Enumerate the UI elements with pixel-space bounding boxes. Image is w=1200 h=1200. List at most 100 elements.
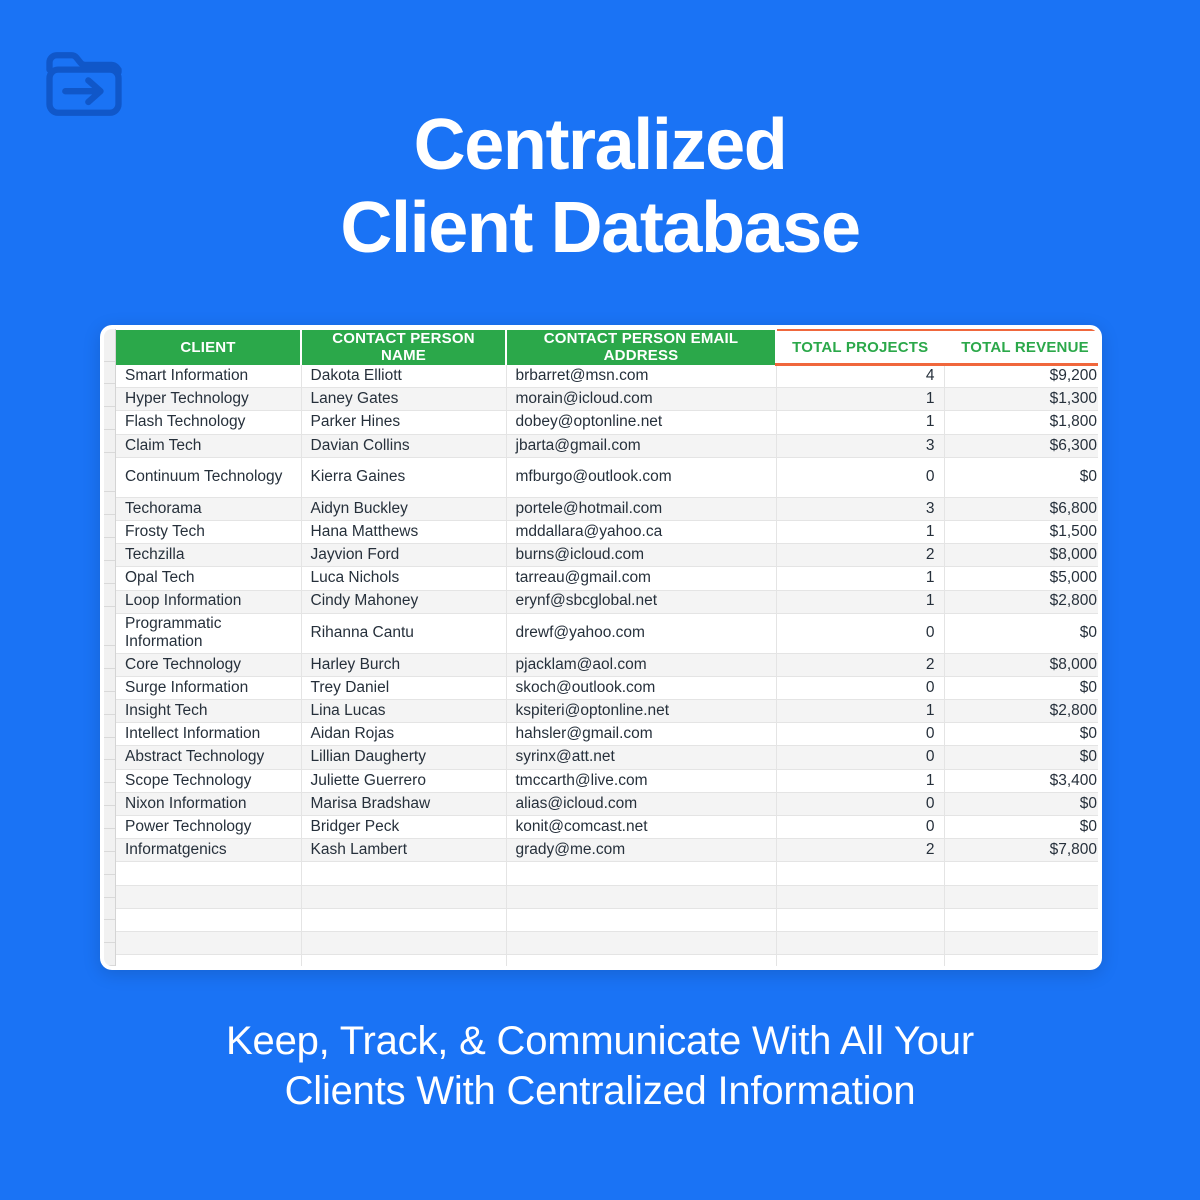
cell-total-revenue[interactable] (944, 885, 1098, 909)
row-number-cell[interactable] (104, 691, 115, 715)
row-number-cell[interactable] (104, 828, 115, 852)
table-row[interactable]: Techorama Aidyn Buckley portele@hotmail.co… (116, 497, 1098, 521)
cell-total-projects[interactable]: 1 (776, 410, 945, 435)
cell-client[interactable] (116, 885, 302, 909)
row-number-cell[interactable] (104, 361, 115, 385)
cell-contact-person-email[interactable]: skoch@outlook.com (506, 676, 777, 701)
cell-contact-person-name[interactable] (301, 908, 507, 932)
cell-total-projects[interactable]: 0 (776, 792, 945, 817)
cell-client[interactable] (116, 931, 302, 956)
row-number-cell[interactable] (104, 897, 115, 921)
cell-total-projects[interactable]: 1 (776, 566, 945, 591)
cell-contact-person-name[interactable]: Jayvion Ford (301, 543, 507, 568)
cell-contact-person-email[interactable]: tarreau@gmail.com (506, 566, 777, 591)
cell-contact-person-email[interactable]: mfburgo@outlook.com (506, 457, 777, 498)
cell-contact-person-email[interactable]: pjacklam@aol.com (506, 653, 777, 677)
table-row[interactable]: Hyper Technology Laney Gates morain@icloud… (116, 387, 1098, 412)
cell-contact-person-name[interactable]: Davian Collins (301, 434, 507, 458)
cell-total-projects[interactable]: 1 (776, 769, 945, 793)
cell-contact-person-email[interactable]: dobey@optonline.net (506, 410, 777, 435)
row-number-cell[interactable] (104, 737, 115, 761)
cell-contact-person-name[interactable]: Harley Burch (301, 653, 507, 677)
cell-contact-person-email[interactable]: alias@icloud.com (506, 792, 777, 817)
table-row[interactable]: Techzilla Jayvion Ford burns@icloud.com 2 $8… (116, 543, 1098, 568)
row-number-cell[interactable] (104, 560, 115, 584)
cell-total-projects[interactable]: 2 (776, 653, 945, 677)
row-number-cell[interactable] (104, 943, 115, 966)
cell-client[interactable]: Flash Technology (116, 410, 302, 435)
cell-contact-person-email[interactable]: erynf@sbcglobal.net (506, 590, 777, 614)
cell-total-projects[interactable]: 0 (776, 722, 945, 747)
cell-total-revenue[interactable]: $1,300 (944, 387, 1098, 412)
cell-contact-person-name[interactable] (301, 931, 507, 956)
cell-total-revenue[interactable]: $3,400 (944, 769, 1098, 793)
cell-client[interactable] (116, 861, 302, 886)
cell-contact-person-email[interactable] (506, 861, 777, 886)
table-row[interactable]: Intellect Information Aidan Rojas hahsler@… (116, 722, 1098, 747)
cell-total-projects[interactable]: 2 (776, 838, 945, 863)
column-header-total-revenue[interactable]: TOTAL REVENUE (944, 329, 1098, 366)
row-number-cell[interactable] (104, 920, 115, 944)
cell-client[interactable]: Hyper Technology (116, 387, 302, 412)
cell-contact-person-name[interactable]: Cindy Mahoney (301, 590, 507, 614)
cell-client[interactable]: Frosty Tech (116, 520, 302, 545)
table-row[interactable]: Power Technology Bridger Peck konit@comcas… (116, 815, 1098, 840)
cell-contact-person-name[interactable]: Juliette Guerrero (301, 769, 507, 793)
cell-total-revenue[interactable] (944, 954, 1098, 966)
cell-total-revenue[interactable]: $9,200 (944, 364, 1098, 389)
cell-contact-person-name[interactable]: Aidan Rojas (301, 722, 507, 747)
cell-total-revenue[interactable]: $2,800 (944, 699, 1098, 724)
cell-contact-person-email[interactable]: grady@me.com (506, 838, 777, 863)
cell-contact-person-name[interactable]: Marisa Bradshaw (301, 792, 507, 817)
row-number-cell[interactable] (104, 384, 115, 408)
row-number-cell[interactable] (104, 407, 115, 431)
cell-contact-person-email[interactable] (506, 885, 777, 909)
cell-contact-person-email[interactable]: syrinx@att.net (506, 745, 777, 770)
cell-client[interactable]: Intellect Information (116, 722, 302, 747)
cell-contact-person-email[interactable]: drewf@yahoo.com (506, 613, 777, 654)
cell-contact-person-email[interactable] (506, 954, 777, 966)
cell-total-projects[interactable] (776, 885, 945, 909)
cell-contact-person-name[interactable]: Dakota Elliott (301, 364, 507, 389)
cell-client[interactable]: Surge Information (116, 676, 302, 701)
cell-client[interactable]: Power Technology (116, 815, 302, 840)
column-header-contact-person-email[interactable]: CONTACT PERSON EMAIL ADDRESS (506, 330, 777, 365)
cell-total-projects[interactable]: 4 (776, 364, 945, 389)
cell-contact-person-name[interactable]: Laney Gates (301, 387, 507, 412)
cell-total-projects[interactable]: 0 (776, 457, 945, 498)
cell-client[interactable]: Loop Information (116, 590, 302, 614)
cell-total-revenue[interactable] (944, 908, 1098, 932)
table-row[interactable]: Nixon Information Marisa Bradshaw alias@ic… (116, 792, 1098, 817)
cell-total-revenue[interactable]: $0 (944, 457, 1098, 498)
cell-total-projects[interactable]: 1 (776, 590, 945, 614)
row-number-cell[interactable] (104, 646, 115, 669)
row-number-cell[interactable] (104, 806, 115, 829)
cell-contact-person-email[interactable]: brbarret@msn.com (506, 364, 777, 389)
cell-total-revenue[interactable]: $1,800 (944, 410, 1098, 435)
cell-total-revenue[interactable]: $0 (944, 815, 1098, 840)
table-row[interactable]: Surge Information Trey Daniel skoch@outloo… (116, 676, 1098, 701)
column-header-contact-person-name[interactable]: CONTACT PERSON NAME (301, 330, 507, 365)
cell-contact-person-name[interactable] (301, 954, 507, 966)
row-number-cell[interactable] (104, 515, 115, 539)
table-row[interactable]: Flash Technology Parker Hines dobey@optonl… (116, 410, 1098, 435)
table-row[interactable]: Informatgenics Kash Lambert grady@me.com 2 $… (116, 838, 1098, 863)
cell-client[interactable]: Techorama (116, 497, 302, 521)
cell-contact-person-name[interactable]: Luca Nichols (301, 566, 507, 591)
cell-total-projects[interactable]: 0 (776, 676, 945, 701)
table-row[interactable] (116, 954, 1098, 966)
cell-total-projects[interactable]: 1 (776, 520, 945, 545)
table-row[interactable]: Smart Information Dakota Elliott brbarret@… (116, 364, 1098, 389)
cell-total-revenue[interactable]: $0 (944, 745, 1098, 770)
cell-total-projects[interactable] (776, 861, 945, 886)
cell-client[interactable]: Techzilla (116, 543, 302, 568)
cell-client[interactable] (116, 954, 302, 966)
cell-contact-person-name[interactable]: Kierra Gaines (301, 457, 507, 498)
table-row[interactable] (116, 908, 1098, 932)
cell-total-projects[interactable] (776, 954, 945, 966)
cell-total-projects[interactable]: 2 (776, 543, 945, 568)
cell-contact-person-name[interactable]: Bridger Peck (301, 815, 507, 840)
table-row[interactable]: Claim Tech Davian Collins jbarta@gmail.com… (116, 434, 1098, 458)
cell-client[interactable]: Informatgenics (116, 838, 302, 863)
cell-client[interactable]: Smart Information (116, 364, 302, 389)
